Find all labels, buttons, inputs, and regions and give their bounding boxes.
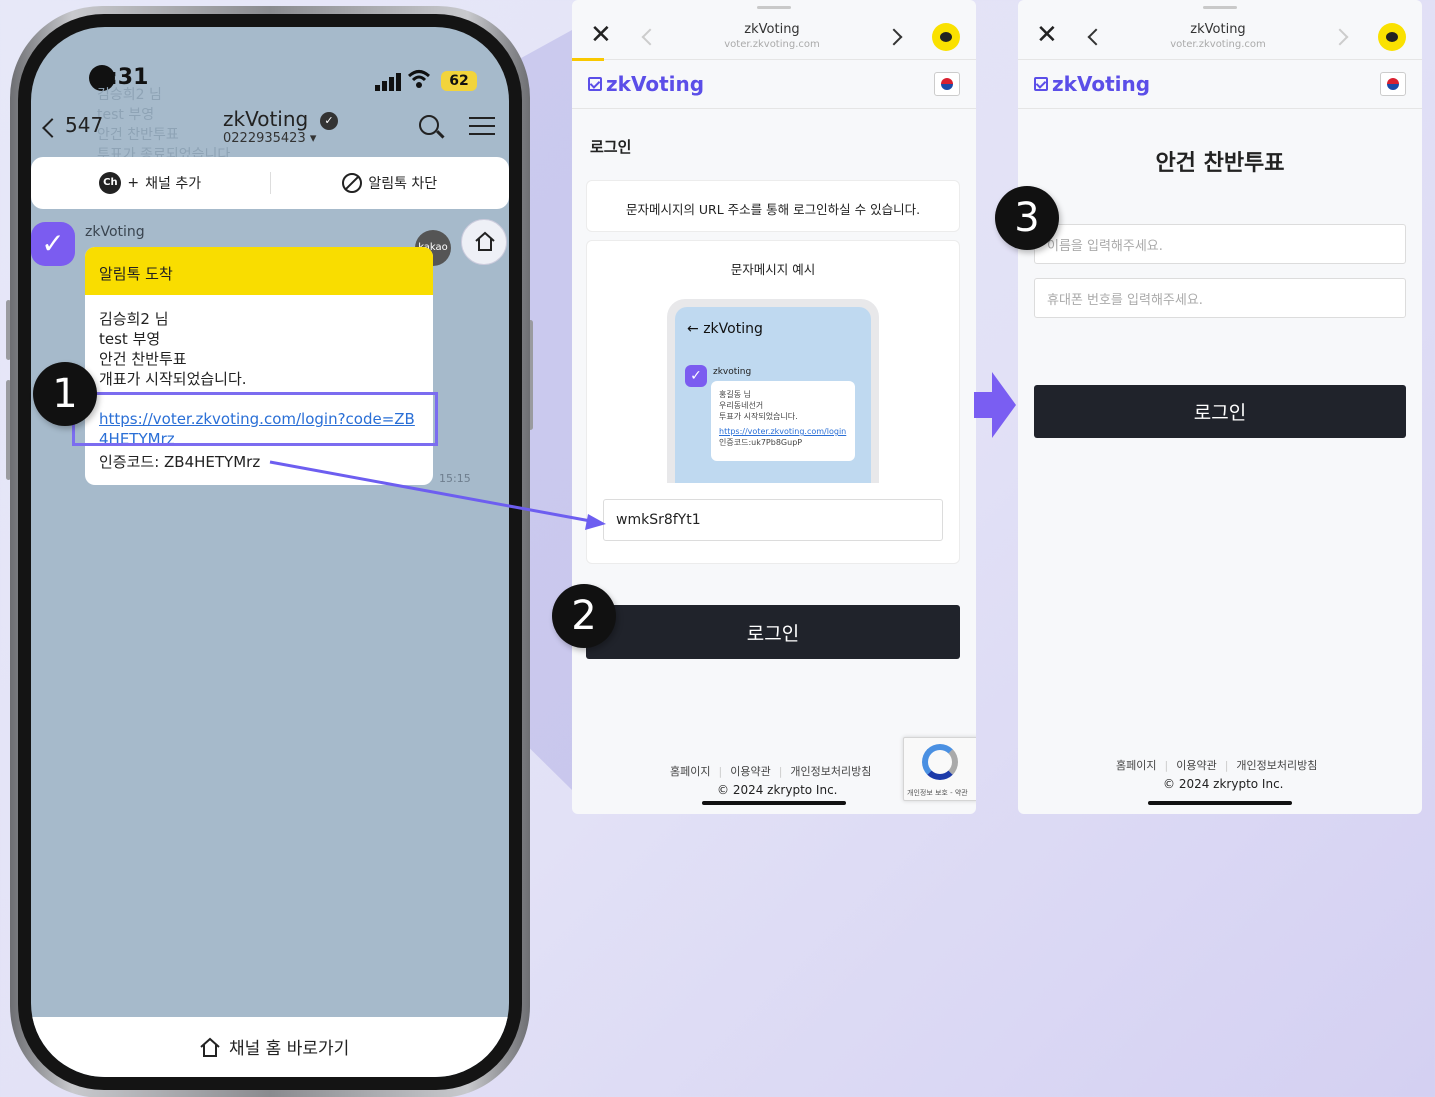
name-input[interactable]: 이름을 입력해주세요.: [1034, 224, 1406, 264]
zkvoting-logo[interactable]: zkVoting: [1034, 72, 1150, 96]
phone-input[interactable]: 휴대폰 번호를 입력해주세요.: [1034, 278, 1406, 318]
close-icon[interactable]: ✕: [1036, 20, 1058, 50]
korea-flag-icon[interactable]: [1380, 72, 1406, 96]
home-indicator: [1148, 801, 1292, 805]
flow-arrow-icon: [974, 372, 1016, 438]
divider: [1018, 108, 1422, 109]
browser-url: voter.zkvoting.com: [1170, 39, 1266, 50]
page-title: 안건 찬반투표: [1155, 151, 1285, 176]
step-2-marker: 2: [552, 584, 616, 648]
kakao-chat-icon[interactable]: [1378, 23, 1406, 51]
terms-link[interactable]: 이용약관: [1176, 757, 1216, 773]
browser-title: zkVoting: [1190, 22, 1246, 37]
login-page-identity: ✕ zkVoting voter.zkvoting.com zkVoting 안…: [1018, 0, 1422, 814]
copyright: © 2024 zkrypto Inc.: [1163, 777, 1284, 791]
login-button[interactable]: 로그인: [1034, 385, 1406, 438]
sheet-handle: [1203, 6, 1237, 9]
logo-check-icon: [1034, 77, 1048, 91]
forward-icon[interactable]: [1331, 28, 1349, 46]
footer-links: 홈페이지 | 이용약관 | 개인정보처리방침: [1116, 757, 1318, 773]
step-3-marker: 3: [995, 186, 1059, 250]
back-icon[interactable]: [1087, 28, 1105, 46]
divider: [1018, 59, 1422, 60]
privacy-link[interactable]: 개인정보처리방침: [1236, 757, 1317, 773]
step-1-marker: 1: [33, 362, 97, 426]
homepage-link[interactable]: 홈페이지: [1116, 757, 1156, 773]
